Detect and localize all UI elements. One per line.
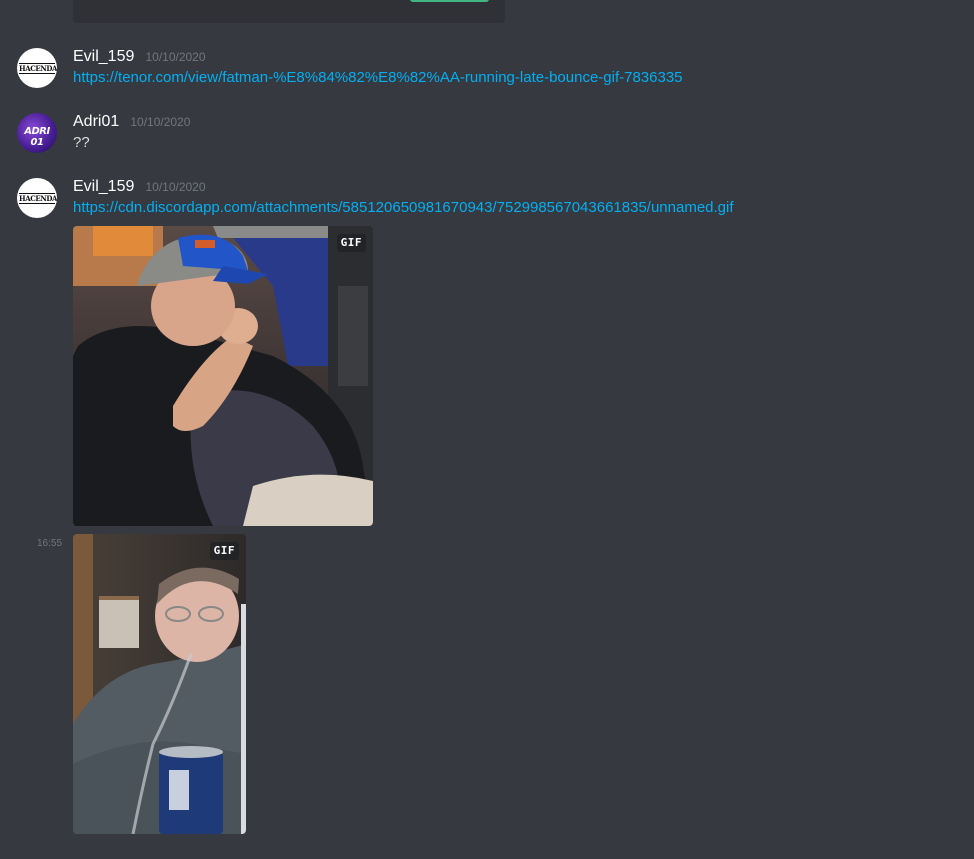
message-link[interactable]: https://cdn.discordapp.com/attachments/5…	[73, 199, 734, 216]
avatar-logo-text: HACENDADO	[19, 63, 57, 74]
username[interactable]: Evil_159	[73, 48, 134, 65]
message-header: Evil_159 10/10/2020	[73, 176, 206, 197]
timestamp: 10/10/2020	[145, 50, 206, 64]
message-header: Adri01 10/10/2020	[73, 111, 190, 132]
avatar-logo-text: HACENDADO	[19, 193, 57, 204]
gif-image	[73, 226, 373, 526]
gif-image	[73, 534, 246, 834]
message-link[interactable]: https://tenor.com/view/fatman-%E8%84%82%…	[73, 69, 683, 86]
timestamp: 10/10/2020	[145, 180, 206, 194]
gif-badge: GIF	[336, 234, 366, 252]
message-content: https://cdn.discordapp.com/attachments/5…	[73, 198, 734, 218]
message-content: https://tenor.com/view/fatman-%E8%84%82%…	[73, 68, 683, 88]
partial-embed	[73, 0, 505, 23]
username[interactable]: Evil_159	[73, 178, 134, 195]
message-side-timestamp: 16:55	[37, 538, 63, 549]
chat-messages: HACENDADO Evil_159 10/10/2020 https://te…	[0, 0, 974, 859]
timestamp: 10/10/2020	[130, 115, 191, 129]
message-text: ??	[73, 134, 90, 151]
gif-badge: GIF	[209, 542, 239, 560]
avatar-logo-text: ADRI 01	[24, 126, 50, 148]
avatar[interactable]: ADRI 01	[17, 113, 57, 153]
gif-attachment[interactable]: GIF	[73, 534, 246, 834]
username[interactable]: Adri01	[73, 113, 119, 130]
message-header: Evil_159 10/10/2020	[73, 46, 206, 67]
gif-attachment[interactable]: GIF	[73, 226, 373, 526]
embed-green-button[interactable]	[410, 0, 489, 2]
avatar[interactable]: HACENDADO	[17, 48, 57, 88]
avatar[interactable]: HACENDADO	[17, 178, 57, 218]
